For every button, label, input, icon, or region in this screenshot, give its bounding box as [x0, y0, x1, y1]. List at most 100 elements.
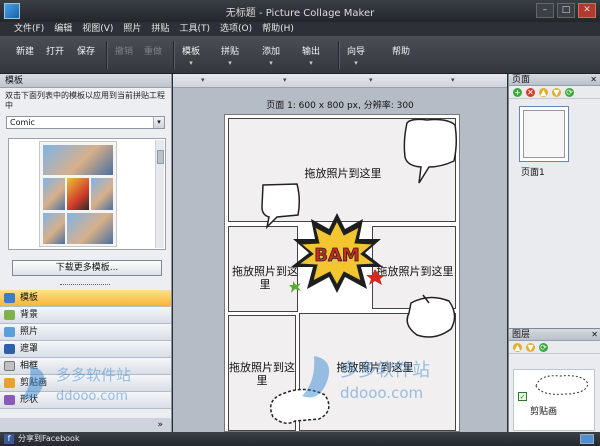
save-button[interactable]: 保存 — [77, 44, 95, 57]
new-button[interactable]: 新建 — [16, 44, 34, 57]
mask-icon — [4, 344, 15, 354]
undo-button[interactable]: 撤销 — [115, 44, 133, 57]
page-thumbnail-label: 页面1 — [521, 168, 545, 178]
menu-help[interactable]: 帮助(H) — [262, 22, 294, 36]
layers-panel-header: 图层 ✕ — [509, 329, 600, 341]
ruler-marker: ▾ — [283, 76, 287, 84]
clipart-icon — [4, 378, 15, 388]
category-label: 照片 — [20, 327, 39, 337]
category-photos[interactable]: 照片 — [0, 324, 171, 341]
menu-tools[interactable]: 工具(T) — [179, 22, 210, 36]
close-button[interactable]: ✕ — [578, 3, 596, 18]
bam-clipart[interactable]: BAM — [289, 211, 385, 295]
menu-edit[interactable]: 编辑 — [54, 22, 72, 36]
template-list[interactable] — [8, 138, 166, 250]
maximize-button[interactable]: □ — [557, 3, 575, 18]
monitor-icon[interactable] — [580, 434, 594, 444]
template-photo-cell — [67, 213, 113, 244]
delete-page-icon[interactable]: ✕ — [526, 88, 535, 97]
template-button[interactable]: 模板 ▾ — [182, 44, 200, 67]
category-label: 遮罩 — [20, 344, 39, 354]
wizard-label: 向导 — [347, 47, 366, 57]
bam-text: BAM — [314, 245, 360, 266]
collage-label: 拼贴 — [221, 47, 240, 57]
scrollbar-thumb[interactable] — [157, 150, 164, 164]
right-panel: 页面 ✕ + ✕ ▲ ▼ ⟳ 页面1 图层 ✕ ▲ ▼ ⟳ ✓ 剪贴画 — [508, 74, 600, 432]
move-down-icon[interactable]: ▼ — [526, 343, 535, 352]
template-instruction: 双击下面列表中的模板以应用到当前拼贴工程中 — [5, 91, 165, 110]
layer-item[interactable]: ✓ 剪贴画 — [513, 369, 595, 431]
speech-bubble-clipart[interactable] — [401, 117, 459, 185]
template-photo-cell — [43, 145, 113, 175]
ruler-marker: ▾ — [451, 76, 455, 84]
watermark-url: ddooo.com — [56, 389, 128, 404]
ruler: ▾ ▾ ▾ ▾ — [173, 74, 507, 88]
toolbar-separator — [106, 41, 107, 69]
open-button[interactable]: 打开 — [46, 44, 64, 57]
template-photo-cell — [43, 178, 65, 210]
photo-icon — [4, 327, 15, 337]
window-controls: – □ ✕ — [536, 3, 596, 18]
redo-button[interactable]: 重做 — [144, 44, 162, 57]
watermark-logo: 多多软件站 ddooo.com — [302, 356, 430, 402]
category-templates[interactable]: 模板 — [0, 290, 171, 307]
facebook-icon[interactable]: f — [4, 434, 14, 444]
template-photo-cell — [91, 178, 113, 210]
menu-options[interactable]: 选项(O) — [220, 22, 252, 36]
refresh-icon[interactable]: ⟳ — [539, 343, 548, 352]
layer-label: 剪贴画 — [530, 407, 558, 417]
pages-toolbar: + ✕ ▲ ▼ ⟳ — [509, 86, 600, 99]
layer-preview — [535, 375, 589, 395]
download-more-templates-button[interactable]: 下载更多模板... — [12, 260, 162, 276]
layer-visibility-checkbox[interactable]: ✓ — [518, 392, 527, 401]
toolbar-separator — [173, 41, 174, 69]
menu-photo[interactable]: 照片 — [123, 22, 141, 36]
add-page-icon[interactable]: + — [513, 88, 522, 97]
wizard-button[interactable]: 向导 ▾ — [347, 44, 365, 67]
watermark-text: 多多软件站 — [56, 366, 131, 384]
chevron-down-icon: ▾ — [354, 59, 358, 67]
move-up-icon[interactable]: ▲ — [539, 88, 548, 97]
page-thumbnail[interactable] — [519, 106, 569, 162]
template-list-scrollbar[interactable] — [155, 140, 164, 248]
move-up-icon[interactable]: ▲ — [513, 343, 522, 352]
pages-panel-title: 页面 — [512, 75, 531, 85]
category-label: 背景 — [20, 310, 39, 320]
chevron-down-icon[interactable]: ▾ — [153, 117, 164, 128]
category-masks[interactable]: 遮罩 — [0, 341, 171, 358]
menu-view[interactable]: 视图(V) — [82, 22, 113, 36]
shape-icon — [4, 395, 15, 405]
category-backgrounds[interactable]: 背景 — [0, 307, 171, 324]
ruler-marker: ▾ — [201, 76, 205, 84]
share-facebook-link[interactable]: 分享到Facebook — [18, 434, 80, 443]
watermark-logo: 多多软件站 ddooo.com — [22, 366, 131, 404]
template-icon — [4, 293, 15, 303]
move-down-icon[interactable]: ▼ — [552, 88, 561, 97]
refresh-icon[interactable]: ⟳ — [565, 88, 574, 97]
pages-panel-header: 页面 ✕ — [509, 74, 600, 86]
page-thumbnail-preview — [523, 110, 565, 158]
template-photo-cell — [43, 213, 65, 244]
close-icon[interactable]: ✕ — [590, 74, 597, 86]
template-thumbnail[interactable] — [39, 141, 117, 247]
page-info: 页面 1: 600 x 800 px, 分辨率: 300 — [266, 101, 414, 111]
template-category-select[interactable]: Comic ▾ — [6, 116, 165, 129]
panel-splitter[interactable] — [60, 284, 110, 287]
toolbar: 新建 打开 保存 撤销 重做 模板 ▾ 拼贴 ▾ 添加 ▾ 输出 ▾ 向导 ▾ 帮助 — [0, 36, 600, 74]
add-label: 添加 — [262, 47, 281, 57]
template-photo-cell — [67, 178, 89, 210]
panel-expand-button[interactable]: » — [0, 418, 171, 432]
chevron-down-icon: ▾ — [269, 59, 273, 67]
window-title: 无标题 - Picture Collage Maker — [225, 8, 375, 19]
template-category-value: Comic — [10, 118, 35, 127]
speech-bubble-clipart[interactable] — [401, 293, 459, 345]
menu-collage[interactable]: 拼贴 — [151, 22, 169, 36]
menu-file[interactable]: 文件(F) — [14, 22, 44, 36]
add-button[interactable]: 添加 ▾ — [262, 44, 280, 67]
layers-panel: 图层 ✕ ▲ ▼ ⟳ ✓ 剪贴画 — [509, 328, 600, 432]
collage-button[interactable]: 拼贴 ▾ — [221, 44, 239, 67]
help-button[interactable]: 帮助 — [392, 44, 410, 57]
close-icon[interactable]: ✕ — [591, 329, 598, 341]
output-button[interactable]: 输出 ▾ — [302, 44, 320, 67]
minimize-button[interactable]: – — [536, 3, 554, 18]
